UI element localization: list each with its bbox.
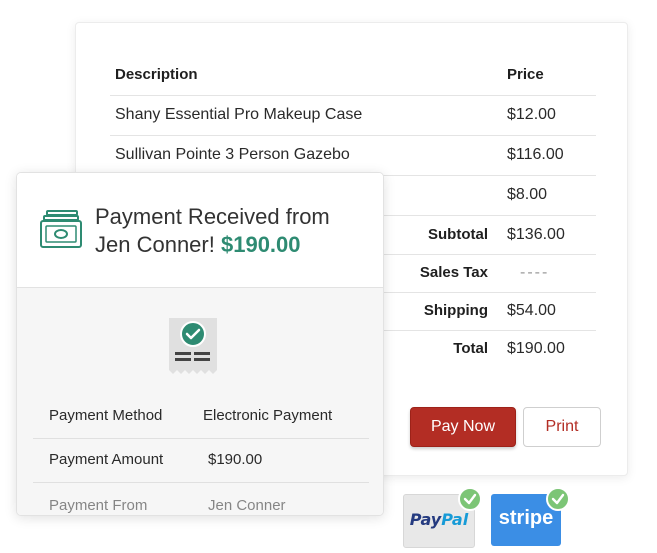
payment-title-name: Jen Conner! xyxy=(95,232,215,257)
shipping-label: Shipping xyxy=(423,302,488,319)
item-price: $116.00 xyxy=(507,146,564,163)
payment-amount-value: $190.00 xyxy=(208,451,263,468)
total-value: $190.00 xyxy=(507,340,565,357)
print-button[interactable]: Print xyxy=(523,407,601,447)
payment-title: Payment Received from Jen Conner! $190.0… xyxy=(95,203,330,259)
description-header: Description xyxy=(115,66,198,83)
invoice-item-row: Sullivan Pointe 3 Person Gazebo $116.00 xyxy=(110,135,596,176)
item-description: Shany Essential Pro Makeup Case xyxy=(115,106,363,123)
invoice-item-row: Shany Essential Pro Makeup Case $12.00 xyxy=(110,95,596,136)
payment-title-prefix: Payment Received from xyxy=(95,204,330,229)
check-badge-icon xyxy=(546,487,570,511)
payment-amount-label: Payment Amount xyxy=(49,451,164,468)
invoice-header-row: Description Price xyxy=(110,55,596,96)
payment-card-body: Payment Method Electronic Payment Paymen… xyxy=(17,288,383,515)
stripe-wordmark: stripe xyxy=(498,507,554,529)
check-badge-icon xyxy=(458,487,482,511)
total-label: Total xyxy=(453,340,488,357)
payment-method-value: Electronic Payment xyxy=(203,407,333,424)
price-header: Price xyxy=(507,66,544,83)
payment-card-header: Payment Received from Jen Conner! $190.0… xyxy=(17,173,383,288)
shipping-value: $54.00 xyxy=(507,302,556,319)
subtotal-value: $136.00 xyxy=(507,226,565,243)
payment-method-row: Payment Method Electronic Payment xyxy=(33,394,369,439)
payment-from-row: Payment From Jen Conner xyxy=(33,484,369,515)
payment-from-label: Payment From xyxy=(49,497,148,514)
item-price: $12.00 xyxy=(507,106,556,123)
payment-from-value: Jen Conner xyxy=(208,497,286,514)
payment-received-card: Payment Received from Jen Conner! $190.0… xyxy=(16,172,384,516)
payment-amount-row: Payment Amount $190.00 xyxy=(33,438,369,483)
payment-method-label: Payment Method xyxy=(49,407,163,424)
sales-tax-label: Sales Tax xyxy=(419,264,488,281)
pay-now-button[interactable]: Pay Now xyxy=(410,407,516,447)
item-description: Sullivan Pointe 3 Person Gazebo xyxy=(115,146,350,163)
money-icon xyxy=(39,209,83,249)
sales-tax-value: ---- xyxy=(520,264,550,281)
subtotal-label: Subtotal xyxy=(428,226,488,243)
receipt-check-icon xyxy=(167,316,219,376)
payment-title-amount: $190.00 xyxy=(220,232,301,257)
paypal-wordmark: PayPal xyxy=(409,510,469,529)
item-price: $8.00 xyxy=(507,186,548,203)
